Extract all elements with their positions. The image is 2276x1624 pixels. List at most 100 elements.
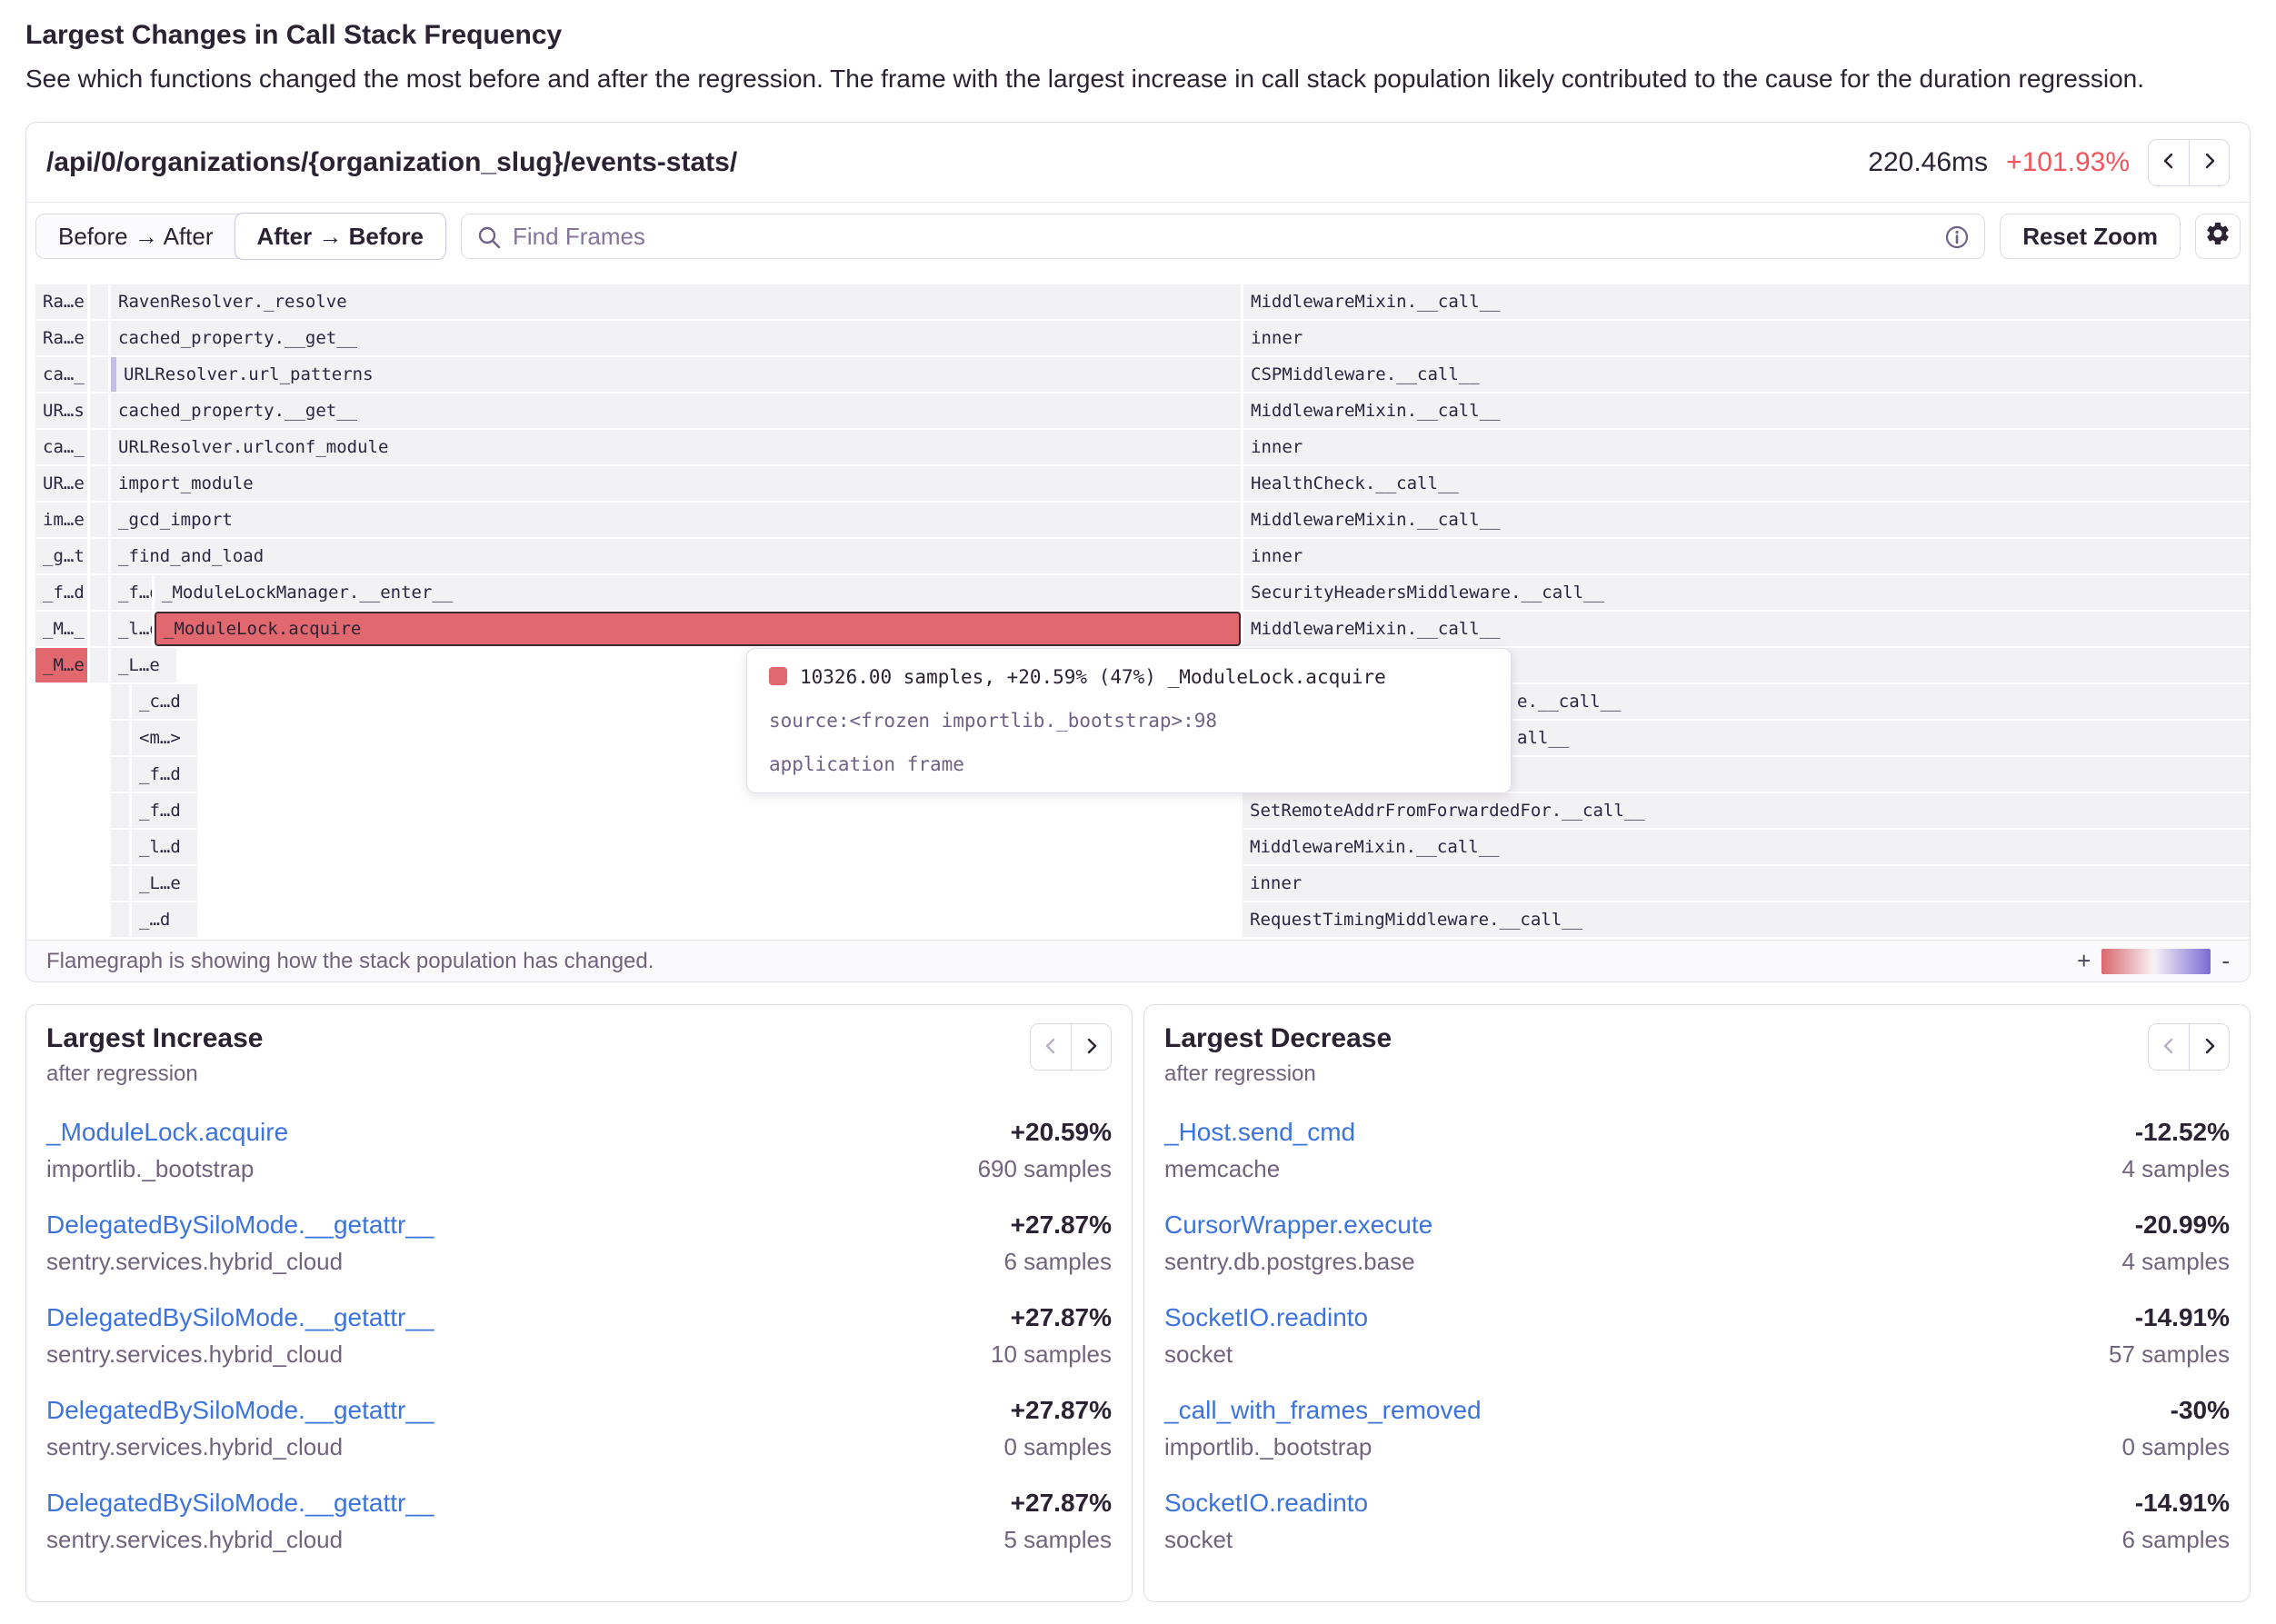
toggle-after-before[interactable]: After → Before xyxy=(235,213,446,260)
function-link[interactable]: DelegatedBySiloMode.__getattr__ xyxy=(46,1485,434,1521)
flame-frame[interactable] xyxy=(111,793,129,828)
flame-frame[interactable]: _f…d xyxy=(132,793,197,828)
flame-frame[interactable]: <m…> xyxy=(132,721,197,755)
flame-frame[interactable]: MiddlewareMixin.__call__ xyxy=(1243,284,2250,319)
page-title: Largest Changes in Call Stack Frequency xyxy=(25,20,2251,51)
flame-frame[interactable]: ca…_ xyxy=(35,357,87,392)
flame-frame[interactable]: _c…d xyxy=(132,684,197,719)
function-link[interactable]: _ModuleLock.acquire xyxy=(46,1114,288,1151)
flame-frame[interactable]: _g…t xyxy=(35,539,87,573)
flame-frame[interactable] xyxy=(90,575,108,610)
flame-frame[interactable]: import_module xyxy=(111,466,1241,501)
flame-spacer xyxy=(35,866,108,901)
settings-button[interactable] xyxy=(2195,214,2241,259)
flame-frame[interactable]: MiddlewareMixin.__call__ xyxy=(1243,394,2250,428)
function-link[interactable]: SocketIO.readinto xyxy=(1164,1485,1368,1521)
flame-frame[interactable] xyxy=(90,394,108,428)
flame-frame[interactable]: SetRemoteAddrFromForwardedFor.__call__ xyxy=(1243,793,2250,828)
page-description: See which functions changed the most bef… xyxy=(25,60,2180,98)
flame-frame[interactable]: UR…s xyxy=(35,394,87,428)
change-percent: -14.91% xyxy=(2135,1485,2230,1521)
flamegraph: Ra…eRavenResolver._resolveMiddlewareMixi… xyxy=(26,270,2250,940)
reset-zoom-button[interactable]: Reset Zoom xyxy=(2000,214,2181,259)
flame-frame[interactable]: _f…d xyxy=(111,575,152,610)
flame-frame[interactable]: _L…e xyxy=(132,866,197,901)
flame-frame[interactable]: SecurityHeadersMiddleware.__call__ xyxy=(1243,575,2250,610)
function-link[interactable]: SocketIO.readinto xyxy=(1164,1300,1368,1336)
flame-frame[interactable] xyxy=(90,612,108,646)
function-link[interactable]: CursorWrapper.execute xyxy=(1164,1207,1432,1243)
flame-frame[interactable]: _M…_ xyxy=(35,612,87,646)
flame-frame[interactable]: _ModuleLockManager.__enter__ xyxy=(155,575,1241,610)
next-button[interactable] xyxy=(2189,1024,2229,1070)
prev-button[interactable] xyxy=(2149,1024,2189,1070)
flame-frame[interactable] xyxy=(90,648,108,682)
flame-frame[interactable] xyxy=(90,284,108,319)
flame-frame[interactable]: inner xyxy=(1243,321,2250,355)
flame-frame[interactable] xyxy=(111,721,129,755)
flame-frame[interactable]: cached_property.__get__ xyxy=(111,321,1241,355)
flame-frame[interactable]: CSPMiddleware.__call__ xyxy=(1243,357,2250,392)
flame-frame[interactable]: MiddlewareMixin.__call__ xyxy=(1243,612,2250,646)
flame-frame[interactable]: _L…e xyxy=(111,648,176,682)
search-input[interactable] xyxy=(462,214,1984,258)
flame-frame[interactable]: cached_property.__get__ xyxy=(111,394,1241,428)
flame-frame[interactable]: inner xyxy=(1243,539,2250,573)
flame-frame[interactable]: _gcd_import xyxy=(111,503,1241,537)
flame-frame[interactable]: Ra…e xyxy=(35,321,87,355)
flame-frame[interactable]: _f…d xyxy=(35,575,87,610)
flame-frame[interactable] xyxy=(111,830,129,864)
next-button[interactable] xyxy=(2189,140,2229,185)
function-link[interactable]: _call_with_frames_removed xyxy=(1164,1392,1482,1429)
flame-frame[interactable]: HealthCheck.__call__ xyxy=(1243,466,2250,501)
largest-increase-card: Largest Increase after regression _Modul… xyxy=(25,1004,1133,1602)
duration-value: 220.46ms xyxy=(1868,147,1988,178)
flame-frame[interactable]: _l…d xyxy=(111,612,152,646)
info-icon[interactable] xyxy=(1944,224,1970,254)
function-list-item: DelegatedBySiloMode.__getattr__+27.87%se… xyxy=(46,1300,1112,1372)
flame-frame[interactable]: _find_and_load xyxy=(111,539,1241,573)
flame-frame[interactable] xyxy=(111,902,129,937)
flame-frame[interactable] xyxy=(90,321,108,355)
prev-button[interactable] xyxy=(2149,140,2189,185)
find-frames-search xyxy=(461,214,1985,259)
flame-frame[interactable]: MiddlewareMixin.__call__ xyxy=(1243,503,2250,537)
flame-frame[interactable]: MiddlewareMixin.__call__ xyxy=(1243,830,2250,864)
flame-frame[interactable]: _M…e xyxy=(35,648,87,682)
function-link[interactable]: DelegatedBySiloMode.__getattr__ xyxy=(46,1392,434,1429)
flamegraph-row: _M…_ _l…d_ModuleLock.acquireMiddlewareMix… xyxy=(35,612,2250,646)
function-link[interactable]: _Host.send_cmd xyxy=(1164,1114,1355,1151)
flame-frame[interactable]: _…d xyxy=(132,902,197,937)
function-module: sentry.services.hybrid_cloud xyxy=(46,1429,343,1465)
flame-frame[interactable]: _l…d xyxy=(132,830,197,864)
flame-frame[interactable] xyxy=(90,357,108,392)
flame-frame[interactable]: _f…d xyxy=(132,757,197,792)
flame-frame[interactable]: _ModuleLock.acquire xyxy=(155,612,1241,646)
flame-frame[interactable]: URLResolver.url_patterns xyxy=(111,357,1241,392)
function-link[interactable]: DelegatedBySiloMode.__getattr__ xyxy=(46,1207,434,1243)
flame-frame[interactable]: UR…e xyxy=(35,466,87,501)
flame-frame[interactable]: inner xyxy=(1243,866,2250,901)
flame-frame[interactable] xyxy=(111,757,129,792)
flame-frame[interactable]: RavenResolver._resolve xyxy=(111,284,1241,319)
flame-frame[interactable] xyxy=(90,430,108,464)
change-percent: +27.87% xyxy=(1011,1392,1112,1429)
flame-frame[interactable]: URLResolver.urlconf_module xyxy=(111,430,1241,464)
flame-frame[interactable]: RequestTimingMiddleware.__call__ xyxy=(1243,902,2250,937)
flame-frame[interactable] xyxy=(111,684,129,719)
flame-frame[interactable]: Ra…e xyxy=(35,284,87,319)
flame-frame[interactable] xyxy=(90,466,108,501)
flame-frame[interactable] xyxy=(90,539,108,573)
flamegraph-row: ca…_ URLResolver.url_patternsCSPMiddlewar… xyxy=(35,357,2250,392)
sample-count: 57 samples xyxy=(2109,1336,2230,1372)
toggle-before-after[interactable]: Before → After xyxy=(36,214,235,259)
prev-button[interactable] xyxy=(1031,1024,1071,1070)
function-module: memcache xyxy=(1164,1151,1280,1187)
flame-frame[interactable] xyxy=(111,866,129,901)
flame-frame[interactable] xyxy=(90,503,108,537)
flame-frame[interactable]: inner xyxy=(1243,430,2250,464)
flame-frame[interactable]: im…e xyxy=(35,503,87,537)
flame-frame[interactable]: ca…_ xyxy=(35,430,87,464)
function-link[interactable]: DelegatedBySiloMode.__getattr__ xyxy=(46,1300,434,1336)
next-button[interactable] xyxy=(1071,1024,1111,1070)
